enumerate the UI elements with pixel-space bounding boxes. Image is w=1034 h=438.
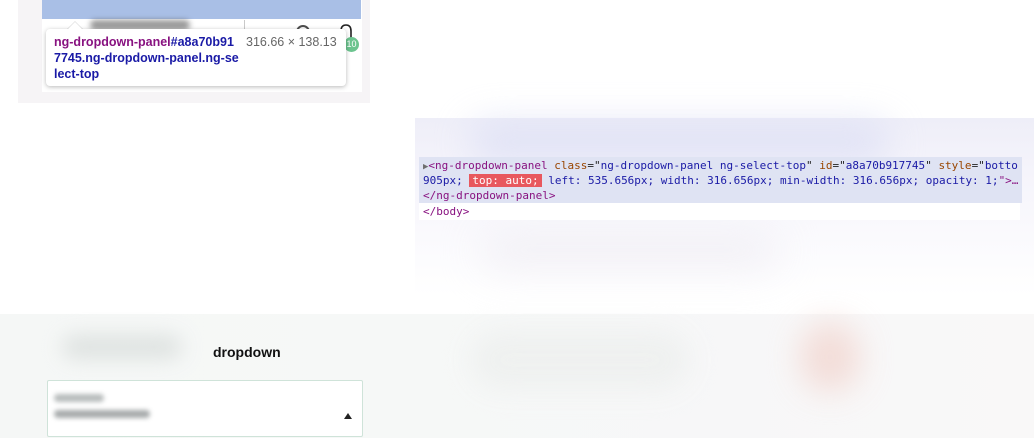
closing-tag-line[interactable]: </ng-dropdown-panel>	[423, 188, 555, 203]
element-dimensions: 316.66 × 138.13	[246, 35, 337, 49]
attr-class-value[interactable]: ng-dropdown-panel ng-select-top	[601, 159, 806, 172]
attr-id-value[interactable]: a8a70b917745	[846, 159, 925, 172]
tag-close-ellipsis[interactable]: ">…	[999, 174, 1019, 187]
attr-class-name: class	[554, 159, 588, 172]
attr-style-value-start[interactable]: botto	[985, 159, 1018, 172]
blurred-select-placeholder	[54, 394, 104, 402]
caret-up-icon[interactable]	[344, 413, 352, 419]
tooltip-arrow	[67, 22, 83, 30]
selector-tag: ng-dropdown-panel	[54, 35, 171, 49]
style-value-lead: 905px;	[423, 174, 470, 187]
body-closing-tag-line[interactable]: </body>	[423, 204, 469, 219]
attr-id-name: id	[819, 159, 833, 172]
blurred-devtools-header	[470, 122, 890, 162]
attr-style-name: style	[938, 159, 972, 172]
inspector-tooltip: ng-dropdown-panel#a8a70b917745.ng-dropdo…	[46, 29, 346, 86]
dom-node-line-2[interactable]: 905px; top: auto; left: 535.656px; width…	[423, 173, 1020, 188]
dropdown-label: dropdown	[213, 344, 281, 360]
blurred-page-accent	[800, 322, 860, 392]
blurred-page-text	[62, 335, 182, 359]
blurred-devtools-footer	[480, 230, 780, 270]
blurred-page-content	[470, 330, 690, 390]
body-row-background	[419, 203, 1020, 220]
dropdown-selected-option[interactable]	[42, 0, 361, 19]
blurred-select-value	[54, 410, 150, 418]
highlighted-style-rule: top: auto;	[469, 174, 542, 187]
element-selector: ng-dropdown-panel#a8a70b917745.ng-dropdo…	[54, 34, 240, 82]
node-tag-name: ng-dropdown-panel	[435, 159, 548, 172]
dropdown-select[interactable]	[47, 380, 363, 437]
style-value-rest: left: 535.656px; width: 316.656px; min-w…	[541, 174, 999, 187]
notification-badge: 10	[344, 37, 359, 52]
